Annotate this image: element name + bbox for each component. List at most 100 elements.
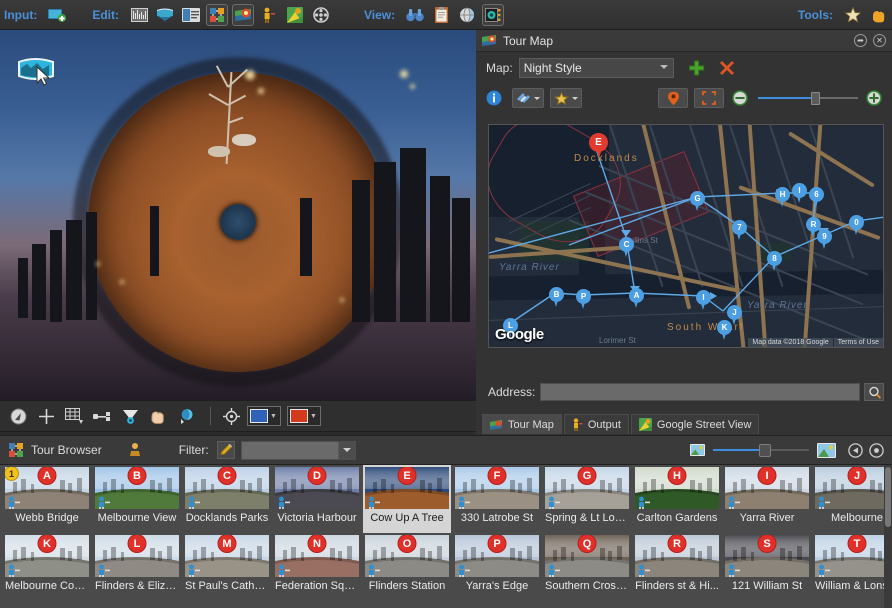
funnel-icon[interactable] — [118, 405, 142, 427]
thumbnail-item[interactable]: L Flinders & Eliza... — [93, 533, 181, 601]
thumbnail-item[interactable]: D Victoria Harbour — [273, 465, 361, 533]
tour-browser-grid[interactable]: A 1 Webb Bridge B Melbourne View C Docklands P… — [0, 465, 892, 608]
map-marker[interactable]: G — [690, 191, 705, 212]
thumbnail-item[interactable]: F 330 Latrobe St — [453, 465, 541, 533]
map-marker[interactable]: I — [696, 290, 711, 311]
thumbnail-item[interactable]: J Melbourne — [813, 465, 892, 533]
thumbnail-item[interactable]: G Spring & Lt Lon... — [543, 465, 631, 533]
thumbnail-item[interactable]: N Federation Squa... — [273, 533, 361, 601]
hand-icon[interactable] — [868, 4, 890, 26]
map-marker[interactable]: K — [717, 320, 732, 341]
tab-output[interactable]: Output — [563, 414, 629, 434]
thumbnail-caption: Melbourne — [831, 512, 883, 524]
panorama-edit-icon[interactable] — [154, 4, 176, 26]
delete-map-button[interactable] — [719, 60, 735, 76]
chevron-down-icon[interactable] — [337, 441, 355, 459]
clipboard-icon[interactable] — [430, 4, 452, 26]
google-maps-icon[interactable] — [284, 4, 306, 26]
zoom-in-icon[interactable] — [866, 90, 882, 106]
add-map-button[interactable] — [688, 60, 707, 77]
crosshair-icon[interactable] — [34, 405, 58, 427]
thumbnail-item[interactable]: M St Paul's Cathe... — [183, 533, 271, 601]
map-marker[interactable]: P — [576, 289, 591, 310]
thumbnail-item[interactable]: I Yarra River — [723, 465, 811, 533]
large-thumb-icon[interactable] — [817, 442, 836, 458]
google-maps-icon — [638, 418, 652, 431]
thumbnail-item[interactable]: S 121 William St — [723, 533, 811, 601]
secondary-color-swatch[interactable]: ▼ — [287, 406, 321, 426]
globe-pin-icon[interactable] — [174, 405, 198, 427]
map-zoom-slider[interactable] — [758, 92, 858, 105]
browser-scrollbar[interactable] — [884, 465, 892, 608]
close-icon[interactable]: ✕ — [873, 34, 886, 47]
thumbnail-item[interactable]: O Flinders Station — [363, 533, 451, 601]
map-marker[interactable]: A — [629, 288, 644, 309]
thumbnail-item[interactable]: T William & Lonsd... — [813, 533, 892, 601]
thumbnail-item[interactable]: K Melbourne Conv... — [3, 533, 91, 601]
attribution-terms[interactable]: Terms of Use — [833, 338, 883, 347]
fit-button[interactable] — [694, 88, 724, 108]
small-thumb-icon[interactable] — [690, 444, 705, 456]
compass-icon[interactable] — [6, 405, 30, 427]
street-view-icon[interactable] — [258, 4, 280, 26]
scrollbar-thumb[interactable] — [885, 467, 891, 527]
marker-label: I — [702, 293, 705, 302]
map-marker[interactable]: 0 — [849, 215, 864, 236]
tour-map-panel-titlebar: Tour Map ➦ ✕ — [476, 30, 892, 52]
thumbnail-item[interactable]: R Flinders st & Hi... — [633, 533, 721, 601]
map-marker[interactable]: I — [792, 183, 807, 204]
user-button[interactable] — [128, 442, 151, 458]
target-icon[interactable] — [219, 405, 243, 427]
address-search-button[interactable] — [864, 383, 884, 401]
settings-icon[interactable] — [869, 442, 884, 458]
card-icon[interactable] — [180, 4, 202, 26]
map-marker[interactable]: 9 — [817, 229, 832, 250]
map-marker[interactable]: 8 — [767, 251, 782, 272]
map-marker[interactable]: H — [775, 187, 790, 208]
tab-tour-map[interactable]: Tour Map — [482, 414, 562, 434]
street-view-icon — [96, 564, 110, 577]
film-reel-icon[interactable] — [310, 4, 332, 26]
grid-icon[interactable] — [62, 405, 86, 427]
globe-icon[interactable] — [456, 4, 478, 26]
filter-input[interactable] — [240, 440, 356, 460]
zoom-out-icon[interactable] — [732, 90, 748, 106]
primary-color-swatch[interactable]: ▼ — [247, 406, 281, 426]
map-marker[interactable]: B — [549, 287, 564, 308]
star-icon[interactable] — [842, 4, 864, 26]
thumbnail-item[interactable]: H Carlton Gardens — [633, 465, 721, 533]
refresh-icon[interactable] — [848, 442, 863, 458]
map-marker[interactable]: 7 — [732, 220, 747, 241]
thumbnail-item[interactable]: P Yarra's Edge — [453, 533, 541, 601]
marker-button[interactable] — [658, 88, 688, 108]
undock-icon[interactable]: ➦ — [854, 34, 867, 47]
viewer-icon[interactable] — [482, 3, 505, 26]
map-globe-icon[interactable] — [232, 3, 254, 26]
map-marker[interactable]: E — [589, 133, 608, 159]
link-button[interactable] — [512, 88, 544, 108]
measure-icon[interactable] — [90, 405, 114, 427]
tour-browser-title: Tour Browser — [31, 443, 102, 457]
thumbnail-item[interactable]: E Cow Up A Tree — [363, 465, 451, 533]
map-marker[interactable]: 6 — [809, 187, 824, 208]
tour-map-canvas[interactable]: Docklands South Wharf Yarra River Yarra Riv… — [488, 124, 884, 348]
thumbnail-size-slider[interactable] — [713, 444, 809, 457]
map-style-select[interactable]: Night Style — [518, 58, 674, 78]
thumbnail-item[interactable]: Q Southern Cross ... — [543, 533, 631, 601]
thumbnail-item[interactable]: C Docklands Parks — [183, 465, 271, 533]
panorama-viewer[interactable]: ⋮ — [0, 30, 476, 400]
levels-icon[interactable] — [128, 4, 150, 26]
address-input[interactable] — [540, 383, 860, 401]
thumbnail-item[interactable]: A 1 Webb Bridge — [3, 465, 91, 533]
tour-map-icon[interactable] — [206, 3, 228, 26]
tab-google-street-view[interactable]: Google Street View — [630, 414, 760, 434]
thumbnail-item[interactable]: B Melbourne View — [93, 465, 181, 533]
street-view-icon — [96, 496, 110, 509]
filter-pencil-button[interactable] — [216, 441, 235, 459]
binoculars-icon[interactable] — [404, 4, 426, 26]
add-panorama-icon[interactable] — [46, 4, 68, 26]
star-button[interactable] — [550, 88, 582, 108]
map-marker[interactable]: C — [619, 237, 634, 258]
hand-icon[interactable] — [146, 405, 170, 427]
info-icon[interactable] — [486, 90, 502, 106]
